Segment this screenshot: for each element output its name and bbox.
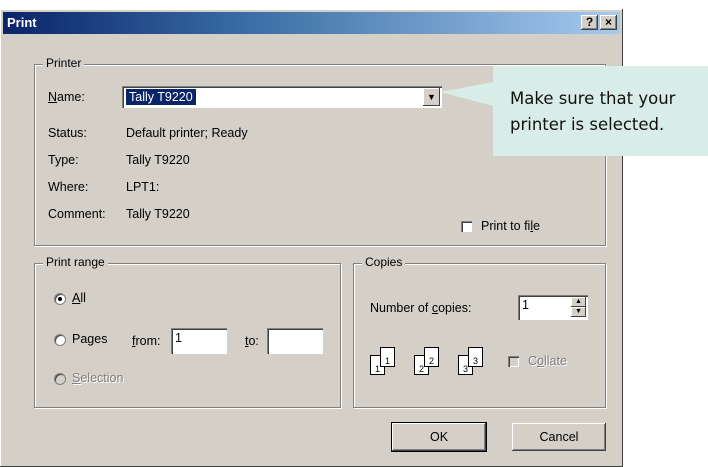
collate-page-icon: 3 xyxy=(468,347,483,367)
cancel-button[interactable]: Cancel xyxy=(512,423,606,451)
from-input[interactable]: 1 xyxy=(171,328,227,354)
spin-down-icon[interactable]: ▼ xyxy=(571,307,586,317)
help-button[interactable]: ? xyxy=(581,15,598,30)
title-bar[interactable]: Print ? × xyxy=(3,12,620,34)
dropdown-arrow-icon[interactable]: ▼ xyxy=(423,88,440,106)
type-value: Tally T9220 xyxy=(126,153,190,167)
spin-up-icon[interactable]: ▲ xyxy=(571,297,586,307)
selection-label: Selection xyxy=(72,371,124,385)
print-to-file-checkbox[interactable] xyxy=(461,221,472,232)
all-label[interactable]: All xyxy=(72,291,86,305)
callout-pointer xyxy=(440,82,493,106)
collate-checkbox[interactable] xyxy=(508,356,519,367)
print-range-group-label: Print range xyxy=(43,255,108,269)
radio-all[interactable] xyxy=(54,293,66,305)
to-input[interactable] xyxy=(267,328,323,354)
radio-selection[interactable] xyxy=(54,373,66,385)
printer-name-value: Tally T9220 xyxy=(126,89,196,105)
type-label: Type: xyxy=(48,153,79,167)
comment-label: Comment: xyxy=(48,207,106,221)
copies-group: Copies xyxy=(353,255,606,408)
number-of-copies-label: Number of copies: xyxy=(370,301,472,315)
dialog-title: Print xyxy=(7,15,37,30)
status-label: Status: xyxy=(48,126,87,140)
callout-box: Make sure that your printer is selected. xyxy=(493,66,708,156)
print-to-file-label[interactable]: Print to file xyxy=(481,219,540,233)
comment-value: Tally T9220 xyxy=(126,207,190,221)
printer-group-label: Printer xyxy=(43,56,85,70)
name-label: Name: xyxy=(48,90,85,104)
pages-label[interactable]: Pages xyxy=(72,332,107,346)
where-value: LPT1: xyxy=(126,180,160,194)
collate-label: Collate xyxy=(528,354,567,368)
callout-line-1: Make sure that your xyxy=(510,89,676,108)
status-value: Default printer; Ready xyxy=(126,126,248,140)
from-label: from: xyxy=(132,334,161,348)
ok-button[interactable]: OK xyxy=(391,422,487,452)
copies-group-label: Copies xyxy=(362,255,406,269)
radio-pages[interactable] xyxy=(54,334,66,346)
close-button[interactable]: × xyxy=(600,15,617,30)
to-label: to: xyxy=(245,334,259,348)
copies-value: 1 xyxy=(522,298,529,312)
printer-name-select[interactable]: Tally T9220 ▼ xyxy=(122,86,442,108)
callout-line-2: printer is selected. xyxy=(510,115,665,134)
collate-page-icon: 2 xyxy=(424,347,439,367)
collate-page-icon: 1 xyxy=(380,347,395,367)
copies-input[interactable]: 1 ▲ ▼ xyxy=(518,295,588,320)
where-label: Where: xyxy=(48,180,89,194)
